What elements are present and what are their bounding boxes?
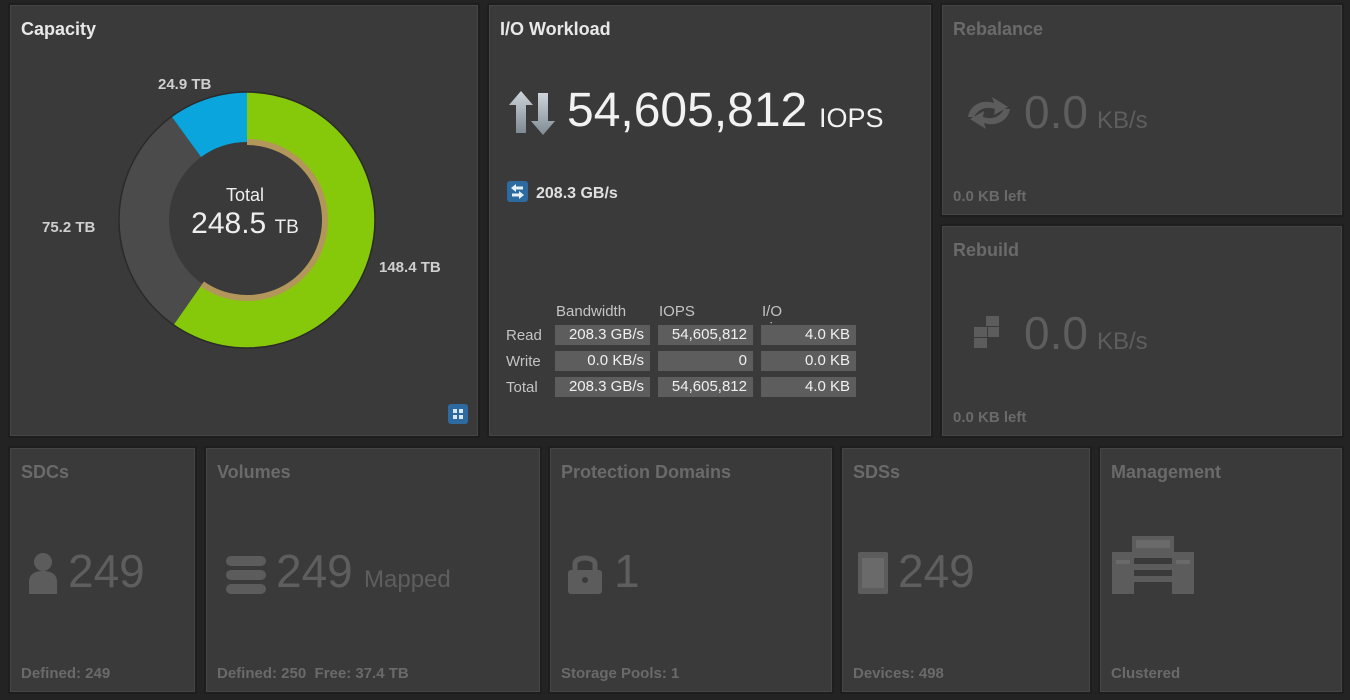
io-write-size: 0.0 KB bbox=[761, 351, 856, 371]
capacity-panel: Capacity 24.9 TB 75.2 TB 148.4 TB Total … bbox=[8, 3, 480, 438]
io-total-bandwidth: 208.3 GB/s bbox=[555, 377, 650, 397]
io-row-read-label: Read bbox=[506, 327, 542, 344]
bandwidth-value: 208.3 GB/s bbox=[536, 185, 618, 202]
io-row-total-label: Total bbox=[506, 379, 538, 396]
lock-icon bbox=[568, 555, 602, 594]
volumes-footer: Defined: 250 Free: 37.4 TB bbox=[217, 665, 409, 682]
management-title: Management bbox=[1111, 462, 1222, 482]
protection-domains-panel: Protection Domains 1 Storage Pools: 1 bbox=[548, 446, 834, 694]
rebalance-title: Rebalance bbox=[953, 19, 1044, 39]
io-header-iops: IOPS bbox=[659, 303, 695, 320]
io-read-bandwidth: 208.3 GB/s bbox=[555, 325, 650, 345]
sdcs-panel: SDCs 249 Defined: 249 bbox=[8, 446, 197, 694]
protection-domains-footer: Storage Pools: 1 bbox=[561, 665, 680, 682]
rebalance-footer: 0.0 KB left bbox=[953, 188, 1027, 205]
io-total-size: 4.0 KB bbox=[761, 377, 856, 397]
bandwidth-icon bbox=[507, 181, 528, 202]
cluster-icon bbox=[1112, 536, 1194, 594]
rebalance-arrows-icon bbox=[968, 97, 1010, 129]
io-write-bandwidth: 0.0 KB/s bbox=[555, 351, 650, 371]
protection-domains-count: 1 bbox=[614, 545, 640, 597]
grid-view-button[interactable] bbox=[448, 404, 468, 424]
sdcs-title: SDCs bbox=[21, 462, 70, 482]
capacity-total-unit: TB bbox=[274, 217, 299, 238]
io-row-write-label: Write bbox=[506, 353, 541, 370]
rebalance-value: 0.0 bbox=[1024, 86, 1088, 138]
donut-segment-free bbox=[119, 116, 203, 325]
rebalance-unit: KB/s bbox=[1097, 107, 1148, 134]
capacity-total-value: 248.5 TB bbox=[185, 206, 305, 246]
sdcs-footer: Defined: 249 bbox=[21, 665, 111, 682]
io-workload-title: I/O Workload bbox=[500, 19, 611, 39]
user-icon bbox=[29, 553, 57, 594]
iops-value: 54,605,812 bbox=[567, 84, 808, 137]
rebuild-value: 0.0 bbox=[1024, 307, 1088, 359]
capacity-label-used: 148.4 TB bbox=[379, 259, 441, 276]
sdcs-count: 249 bbox=[68, 545, 145, 597]
capacity-label-free: 75.2 TB bbox=[42, 219, 96, 236]
donut-segment-spare bbox=[171, 92, 248, 158]
io-read-size: 4.0 KB bbox=[761, 325, 856, 345]
capacity-total: Total 248.5 TB bbox=[185, 185, 305, 246]
rebuild-blocks-icon bbox=[974, 316, 999, 348]
capacity-label-spare: 24.9 TB bbox=[158, 76, 212, 93]
capacity-total-number: 248.5 bbox=[191, 207, 267, 240]
stack-icon bbox=[226, 556, 266, 594]
io-write-iops: 0 bbox=[658, 351, 753, 371]
management-panel: Management Clustered bbox=[1098, 446, 1344, 694]
protection-domains-title: Protection Domains bbox=[561, 462, 732, 482]
server-icon bbox=[858, 552, 888, 594]
rebuild-unit: KB/s bbox=[1097, 328, 1148, 355]
volumes-title: Volumes bbox=[217, 462, 291, 482]
io-total-iops: 54,605,812 bbox=[658, 377, 753, 397]
management-footer: Clustered bbox=[1111, 665, 1181, 682]
rebuild-title: Rebuild bbox=[953, 240, 1019, 260]
sdss-panel: SDSs 249 Devices: 498 bbox=[840, 446, 1092, 694]
io-read-iops: 54,605,812 bbox=[658, 325, 753, 345]
sdss-count: 249 bbox=[898, 545, 975, 597]
io-header-bandwidth: Bandwidth bbox=[556, 303, 627, 320]
volumes-unit: Mapped bbox=[364, 566, 451, 593]
rebalance-panel: Rebalance 0.0 KB/s 0.0 KB left bbox=[940, 3, 1344, 217]
sdss-footer: Devices: 498 bbox=[853, 665, 944, 682]
volumes-panel: Volumes 249 Mapped Defined: 250 Free: 37… bbox=[204, 446, 542, 694]
rebuild-footer: 0.0 KB left bbox=[953, 409, 1027, 426]
rebuild-panel: Rebuild 0.0 KB/s 0.0 KB left bbox=[940, 224, 1344, 438]
grid-icon bbox=[453, 409, 457, 413]
capacity-total-caption: Total bbox=[225, 185, 265, 205]
io-workload-panel: I/O Workload 54,605,812 IOPS 208.3 GB/s … bbox=[487, 3, 933, 438]
volumes-count: 249 bbox=[276, 545, 353, 597]
sdss-title: SDSs bbox=[853, 462, 901, 482]
iops-unit: IOPS bbox=[819, 103, 884, 133]
up-down-arrows-icon bbox=[509, 91, 555, 135]
